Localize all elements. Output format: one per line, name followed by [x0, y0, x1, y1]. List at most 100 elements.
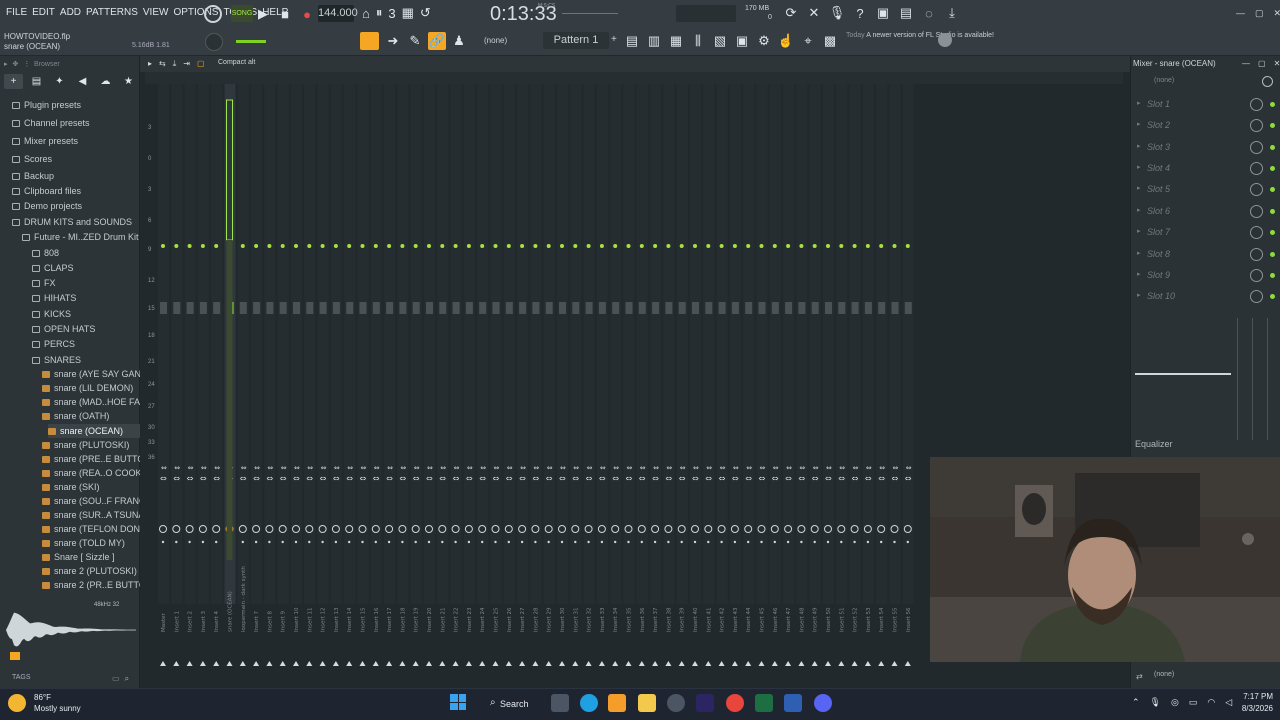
volume-fader[interactable]: [811, 302, 819, 314]
pan-knob-icon[interactable]: ⇔: [374, 464, 380, 472]
volume-fader[interactable]: [785, 302, 793, 314]
slot-arrow-icon[interactable]: ▸: [1137, 291, 1141, 299]
volume-fader[interactable]: [519, 302, 527, 314]
effect-slot[interactable]: ▸ Slot 2: [1137, 117, 1277, 135]
stereo-sep-icon[interactable]: ⇔: [692, 474, 699, 483]
route-dot[interactable]: [387, 540, 391, 544]
countdown-icon[interactable]: 3: [388, 5, 395, 21]
browser-folder-item[interactable]: DRUM KITS and SOUNDS: [12, 215, 132, 229]
volume-fader[interactable]: [359, 302, 367, 314]
browser-file-item[interactable]: snare 2 (PLUTOSKI): [42, 564, 137, 578]
track-led[interactable]: [506, 244, 511, 248]
route-dot[interactable]: [534, 540, 537, 544]
track-led[interactable]: [639, 244, 644, 248]
pan-knob-icon[interactable]: ⇔: [188, 464, 194, 472]
minimize-icon[interactable]: —: [1242, 59, 1250, 68]
weather-temperature[interactable]: 86°F: [34, 693, 51, 702]
volume-fader[interactable]: [532, 302, 540, 314]
news-panel[interactable]: Today A newer version of FL Studio is av…: [846, 31, 994, 41]
pan-knob-icon[interactable]: ⇔: [786, 464, 792, 472]
route-arrow-icon[interactable]: [332, 661, 339, 666]
route-dot[interactable]: [600, 540, 604, 544]
stereo-sep-icon[interactable]: ⇔: [785, 474, 792, 483]
pan-knob-icon[interactable]: ⇔: [866, 464, 872, 472]
stereo-sep-icon[interactable]: ⇔: [466, 474, 473, 483]
track-led[interactable]: [200, 244, 205, 248]
route-arrow-icon[interactable]: [758, 661, 765, 666]
master-pitch-slider[interactable]: [562, 13, 618, 14]
pan-knob-icon[interactable]: ⇔: [427, 464, 433, 472]
track-led[interactable]: [280, 244, 285, 248]
pan-knob-icon[interactable]: ⇔: [613, 464, 619, 472]
route-dot[interactable]: [161, 540, 165, 544]
route-dot[interactable]: [454, 540, 457, 544]
track-led[interactable]: [320, 244, 325, 248]
slot-mix-knob[interactable]: [1250, 141, 1263, 154]
route-arrow-icon[interactable]: [319, 661, 326, 666]
route-dot[interactable]: [667, 540, 670, 544]
route-arrow-icon[interactable]: [452, 661, 459, 666]
menu-add[interactable]: ADD: [60, 7, 81, 18]
pan-knob-icon[interactable]: ⇔: [400, 464, 406, 472]
slot-mix-knob[interactable]: [1250, 119, 1263, 132]
pan-knob-icon[interactable]: ⇔: [494, 464, 500, 472]
volume-fader[interactable]: [705, 302, 713, 314]
track-led[interactable]: [427, 244, 431, 248]
route-dot[interactable]: [175, 540, 178, 544]
track-led[interactable]: [347, 244, 352, 248]
route-arrow-icon[interactable]: [864, 661, 871, 666]
eq-slider-1[interactable]: [1237, 318, 1238, 440]
route-arrow-icon[interactable]: [226, 661, 233, 666]
route-dot[interactable]: [374, 540, 377, 544]
pan-knob-icon[interactable]: ⇔: [161, 464, 167, 472]
slot-arrow-icon[interactable]: ▸: [1137, 249, 1141, 257]
volume-fader[interactable]: [426, 302, 433, 314]
track-led[interactable]: [706, 244, 711, 248]
tray-network-icon[interactable]: ◎: [1171, 697, 1179, 708]
volume-fader[interactable]: [439, 302, 447, 314]
maximize-icon[interactable]: ▢: [1255, 8, 1264, 19]
playlist-icon[interactable]: ▤: [624, 32, 640, 50]
pattern-selector[interactable]: Pattern 1: [543, 32, 609, 49]
track-led[interactable]: [307, 244, 312, 248]
mixer-arrow-icon[interactable]: ⇆: [159, 59, 166, 69]
stereo-sep-icon[interactable]: ⇔: [812, 474, 819, 483]
route-dot[interactable]: [414, 540, 417, 544]
mixer-layout-icon[interactable]: ▢: [197, 59, 205, 69]
route-arrow-icon[interactable]: [838, 661, 845, 666]
volume-fader[interactable]: [904, 302, 912, 314]
route-dot[interactable]: [308, 540, 311, 544]
track-led[interactable]: [719, 244, 724, 248]
plugin-database-icon[interactable]: ✦: [50, 74, 69, 89]
menu-edit[interactable]: EDIT: [32, 7, 55, 18]
volume-fader[interactable]: [612, 302, 620, 314]
route-arrow-icon[interactable]: [505, 661, 512, 666]
stereo-sep-icon[interactable]: ⇔: [546, 474, 553, 483]
waveform-preview[interactable]: [6, 600, 136, 660]
browser-file-item[interactable]: snare 2 (PR..E BUTTON): [42, 578, 155, 592]
volume-fader[interactable]: [665, 302, 673, 314]
volume-fader[interactable]: [346, 302, 354, 314]
pan-knob-icon[interactable]: ⇔: [507, 464, 513, 472]
star-icon[interactable]: ★: [119, 74, 138, 89]
stereo-sep-icon[interactable]: ⇔: [719, 474, 726, 483]
route-dot[interactable]: [760, 540, 763, 544]
stereo-sep-icon[interactable]: ⇔: [798, 474, 805, 483]
route-arrow-icon[interactable]: [186, 661, 193, 666]
tray-wifi-icon[interactable]: ◠: [1207, 697, 1215, 708]
track-led[interactable]: [187, 244, 192, 248]
maximize-icon[interactable]: ▢: [1258, 59, 1266, 68]
stereo-sep-icon[interactable]: ⇔: [865, 474, 872, 483]
pan-knob-icon[interactable]: ⇔: [334, 464, 340, 472]
track-led[interactable]: [493, 244, 498, 248]
stereo-sep-icon[interactable]: ⇔: [665, 474, 672, 483]
menu-view[interactable]: VIEW: [143, 7, 169, 18]
route-arrow-icon[interactable]: [412, 661, 419, 666]
route-dot[interactable]: [361, 540, 364, 544]
track-led[interactable]: [440, 244, 445, 248]
menu-file[interactable]: FILE: [6, 7, 27, 18]
route-arrow-icon[interactable]: [891, 661, 898, 666]
route-arrow-icon[interactable]: [904, 661, 911, 666]
pan-knob-icon[interactable]: ⇔: [267, 464, 273, 472]
stereo-sep-icon[interactable]: ⇔: [772, 474, 779, 483]
